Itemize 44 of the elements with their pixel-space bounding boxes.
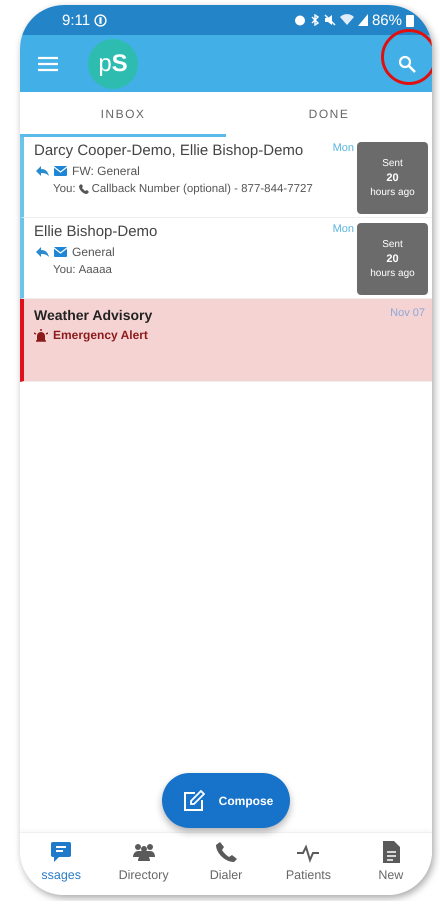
- signal-icon: [358, 14, 368, 26]
- search-icon[interactable]: [398, 54, 416, 72]
- nav-tab[interactable]: Directory: [102, 833, 185, 895]
- reply-icon: [36, 166, 49, 176]
- message-title: Darcy Cooper-Demo, Ellie Bishop-Demo: [34, 142, 304, 159]
- sent-badge: Sent 20 hours ago: [357, 223, 428, 295]
- edit-icon: [182, 790, 205, 812]
- siren-icon: [34, 328, 48, 342]
- nav-tab[interactable]: Patients: [267, 833, 350, 895]
- battery-icon: [406, 14, 414, 26]
- sent-badge: Sent 20 hours ago: [357, 142, 428, 214]
- envelope-icon: [54, 247, 67, 257]
- wifi-icon: [340, 14, 354, 26]
- compose-button[interactable]: Compose: [162, 773, 290, 828]
- envelope-icon: [54, 166, 67, 176]
- preview-sender: You:: [53, 264, 76, 276]
- message-item[interactable]: Darcy Cooper-Demo, Ellie Bishop-Demo Mon FW: General You: Callback Number (optional) - 877-844-7727 Sent 20 hours ago: [20, 137, 432, 218]
- highlight-circle: [381, 29, 432, 85]
- preview-sender: You:: [53, 183, 76, 195]
- people-icon: [132, 841, 155, 863]
- menu-icon[interactable]: [38, 56, 58, 72]
- battery-level: 86%: [372, 12, 402, 28]
- nav-tab[interactable]: ssages: [20, 833, 102, 895]
- message-date: Mon: [332, 142, 354, 154]
- message-preview: Callback Number (optional) - 877-844-7727: [92, 183, 313, 195]
- nav-tab[interactable]: Dialer: [184, 833, 268, 895]
- alert-item[interactable]: Weather Advisory Nov 07 Emergency Alert: [20, 299, 432, 382]
- app-logo: pS: [88, 38, 138, 88]
- phone-icon: [215, 841, 238, 863]
- nav-tab[interactable]: New: [350, 833, 432, 895]
- message-title: Ellie Bishop-Demo: [34, 223, 158, 240]
- alert-label: Emergency Alert: [53, 328, 148, 342]
- reply-icon: [36, 247, 49, 257]
- status-circle-icon: [94, 14, 108, 26]
- message-date: Mon: [332, 223, 354, 235]
- message-date: Nov 07: [390, 307, 425, 319]
- message-subject: General: [72, 245, 115, 259]
- message-subject: FW: General: [72, 164, 140, 178]
- status-time: 9:11: [62, 12, 90, 28]
- message-title: Weather Advisory: [34, 307, 154, 323]
- mute-icon: [324, 14, 336, 26]
- chat-icon: [50, 841, 72, 863]
- message-preview: Aaaaa: [78, 264, 112, 276]
- bluetooth-icon: [310, 14, 320, 26]
